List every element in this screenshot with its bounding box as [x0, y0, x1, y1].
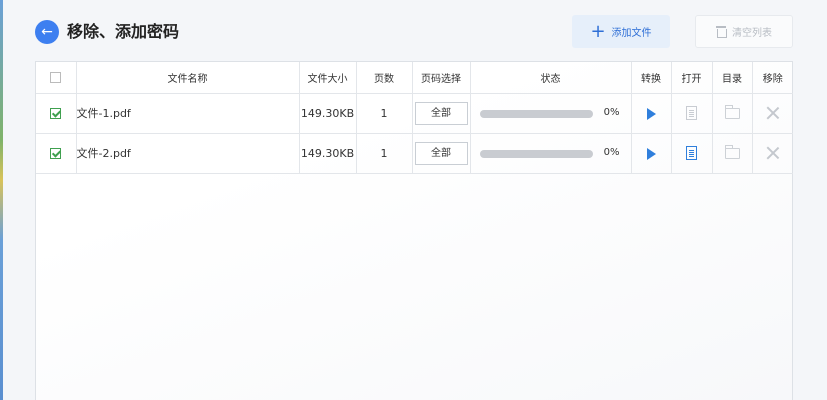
file-size: 149.30KB	[298, 93, 356, 134]
column-header-size: 文件大小	[298, 62, 356, 94]
back-button[interactable]: ←	[35, 20, 59, 44]
trash-icon	[716, 26, 727, 38]
add-file-label: 添加文件	[611, 28, 652, 39]
progress-percent: 0%	[603, 146, 620, 158]
clear-list-button[interactable]: 清空列表	[695, 15, 793, 48]
close-icon[interactable]	[766, 146, 780, 160]
column-header-page-select: 页码选择	[411, 62, 470, 94]
column-header-convert: 转换	[630, 62, 671, 94]
status-cell: 0%	[469, 93, 631, 134]
column-header-folder: 目录	[711, 62, 752, 94]
table-header-row: 文件名称 文件大小 页数 页码选择 状态 转换 打开 目录 移除	[36, 62, 793, 94]
file-table: 文件名称 文件大小 页数 页码选择 状态 转换 打开 目录 移除 文件-1.pd…	[36, 62, 793, 174]
table-row: 文件-2.pdf 149.30KB 1 全部 0%	[36, 133, 793, 174]
close-icon[interactable]	[766, 106, 780, 120]
column-header-status: 状态	[469, 62, 631, 94]
progress-bar	[479, 109, 593, 118]
arrow-left-icon: ←	[41, 24, 53, 40]
page-select-button[interactable]: 全部	[414, 101, 468, 125]
header-select-all[interactable]	[36, 62, 76, 94]
header: ← 移除、添加密码 + 添加文件 清空列表	[0, 0, 827, 62]
clear-list-label: 清空列表	[732, 28, 772, 39]
file-name: 文件-2.pdf	[75, 133, 299, 174]
page-count: 1	[355, 133, 412, 174]
file-size: 149.30KB	[298, 133, 356, 174]
progress-percent: 0%	[603, 106, 620, 118]
play-icon[interactable]	[646, 107, 656, 120]
document-icon[interactable]	[686, 106, 697, 120]
folder-icon[interactable]	[724, 145, 740, 159]
file-name: 文件-1.pdf	[75, 93, 299, 134]
column-header-open: 打开	[670, 62, 712, 94]
row-checkbox[interactable]	[50, 148, 62, 159]
table-row: 文件-1.pdf 149.30KB 1 全部 0%	[36, 93, 793, 134]
column-header-pages: 页数	[355, 62, 412, 94]
status-cell: 0%	[469, 133, 631, 174]
row-checkbox[interactable]	[50, 108, 62, 119]
page-select-button[interactable]: 全部	[414, 141, 468, 165]
document-icon[interactable]	[686, 146, 697, 160]
column-header-name: 文件名称	[75, 62, 299, 94]
progress-bar	[479, 149, 593, 158]
play-icon[interactable]	[646, 147, 656, 160]
add-file-button[interactable]: + 添加文件	[572, 15, 670, 48]
page-title: 移除、添加密码	[67, 22, 180, 41]
plus-icon: +	[590, 20, 606, 42]
page-count: 1	[355, 93, 412, 134]
column-header-remove: 移除	[751, 62, 793, 94]
select-all-checkbox[interactable]	[50, 71, 62, 83]
folder-icon[interactable]	[724, 105, 740, 119]
file-table-panel: 文件名称 文件大小 页数 页码选择 状态 转换 打开 目录 移除 文件-1.pd…	[35, 61, 793, 400]
